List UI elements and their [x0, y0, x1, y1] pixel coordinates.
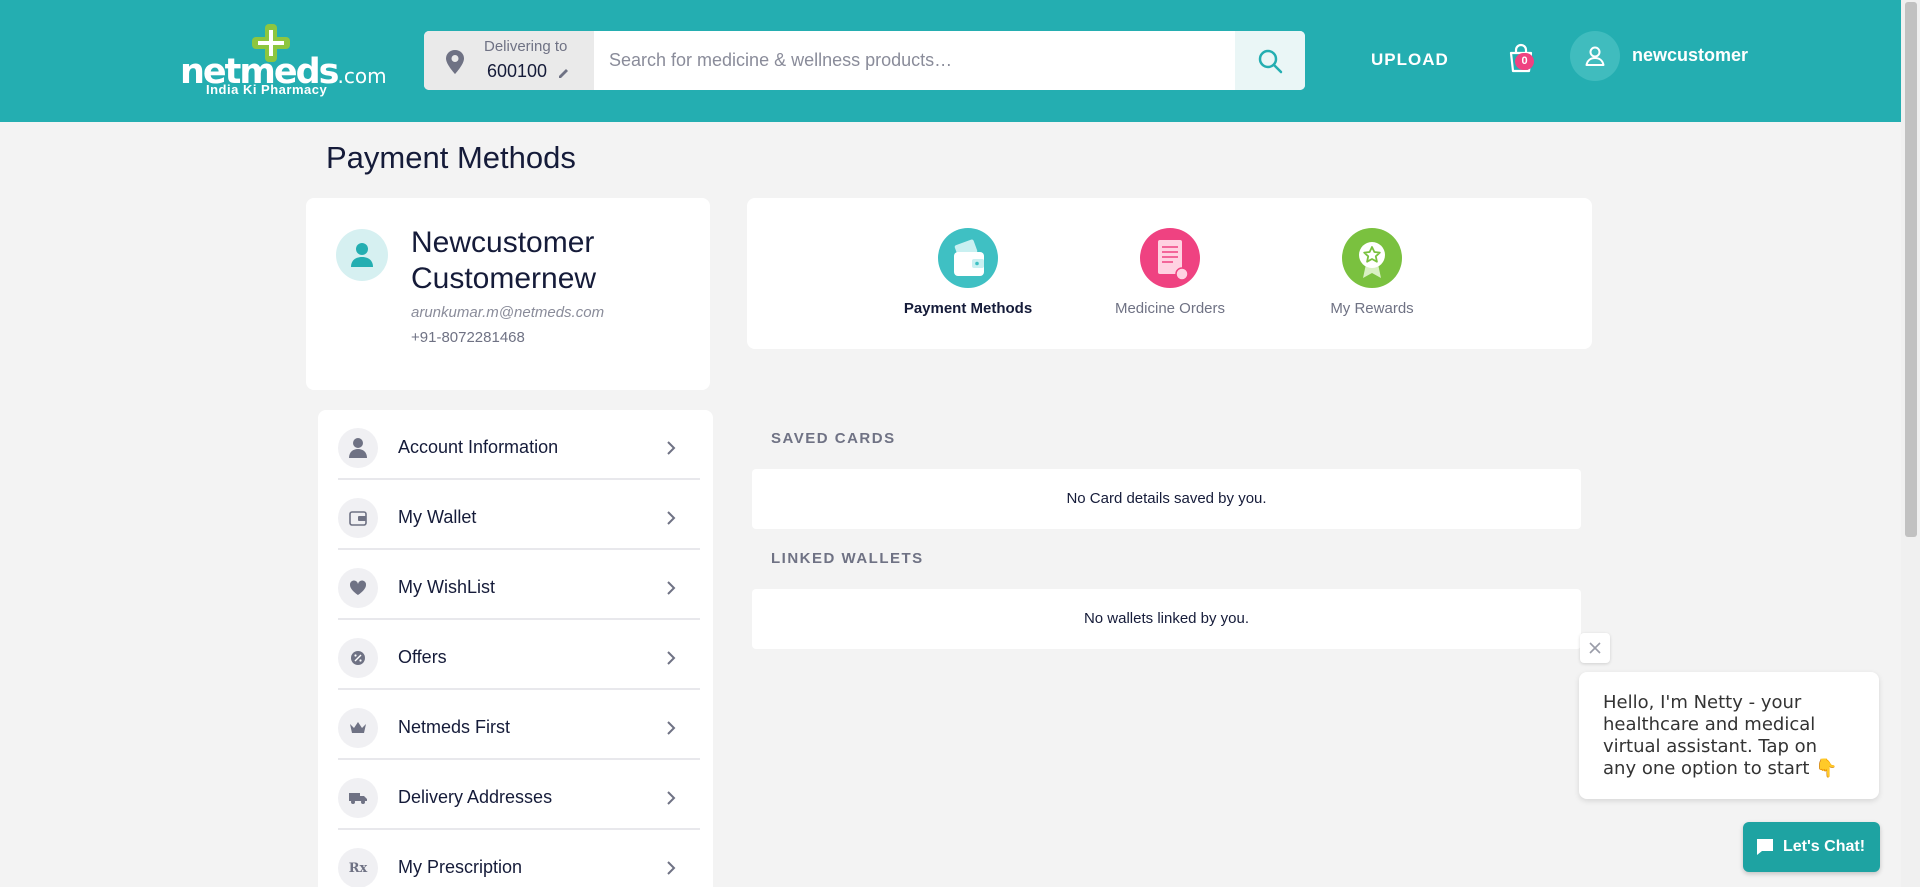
page-title: Payment Methods [326, 140, 576, 175]
crown-icon [338, 708, 378, 748]
menu-item-my-wallet[interactable]: My Wallet [338, 480, 700, 550]
quick-link-label: Payment Methods [903, 300, 1033, 317]
person-icon [351, 243, 373, 267]
profile-email: arunkumar.m@netmeds.com [411, 304, 605, 321]
delivery-location[interactable]: Delivering to 600100 [424, 31, 594, 90]
location-pin-icon [446, 50, 464, 74]
scrollbar-thumb[interactable] [1905, 2, 1917, 537]
delivering-label: Delivering to [484, 38, 568, 55]
chevron-right-icon [667, 721, 676, 735]
wallet-icon [938, 228, 998, 288]
username-link[interactable]: newcustomer [1632, 45, 1748, 66]
chevron-right-icon [667, 581, 676, 595]
heart-icon [338, 568, 378, 608]
close-icon [1589, 642, 1601, 654]
upload-button[interactable]: UPLOAD [1371, 50, 1449, 70]
rx-icon: Rx [338, 848, 378, 887]
offer-percent-icon [338, 638, 378, 678]
quick-links-card: Payment Methods Medicine Orders My Rewar… [747, 198, 1592, 349]
profile-name: Newcustomer Customernew [411, 226, 597, 295]
chevron-right-icon [667, 511, 676, 525]
linked-wallets-heading: LINKED WALLETS [771, 550, 924, 567]
menu-item-my-wishlist[interactable]: My WishList [338, 550, 700, 620]
menu-item-my-prescription[interactable]: Rx My Prescription [338, 830, 700, 887]
search-bar: Delivering to 600100 [424, 31, 1305, 90]
cart-count-badge: 0 [1515, 53, 1534, 70]
wallet-icon [338, 498, 378, 538]
chat-bubble-icon [1757, 839, 1773, 855]
edit-pencil-icon[interactable] [557, 66, 571, 80]
lets-chat-button[interactable]: Let's Chat! [1743, 822, 1880, 872]
chevron-right-icon [667, 861, 676, 875]
chat-greeting-bubble: Hello, I'm Netty - your healthcare and m… [1579, 672, 1879, 799]
menu-item-label: My WishList [398, 577, 496, 597]
menu-item-label: My Wallet [398, 507, 477, 527]
quick-link-label: Medicine Orders [1114, 300, 1226, 317]
top-header: netmeds.com India Ki Pharmacy Delivering… [0, 0, 1901, 122]
menu-item-netmeds-first[interactable]: Netmeds First [338, 690, 700, 760]
profile-phone: +91-8072281468 [411, 329, 525, 346]
menu-item-label: Delivery Addresses [398, 787, 553, 807]
search-button[interactable] [1235, 31, 1305, 90]
search-input[interactable] [594, 31, 1234, 90]
quick-link-label: My Rewards [1330, 300, 1414, 317]
profile-card: Newcustomer Customernew arunkumar.m@netm… [306, 198, 710, 390]
user-icon [1585, 46, 1605, 66]
person-icon [338, 428, 378, 468]
delivery-pincode: 600100 [487, 61, 548, 81]
quick-link-my-rewards[interactable]: My Rewards [1292, 228, 1452, 317]
logo-tagline: India Ki Pharmacy [206, 82, 328, 97]
account-menu: Account Information My Wallet My WishLis… [318, 410, 713, 887]
menu-item-label: Account Information [398, 437, 559, 457]
saved-cards-heading: SAVED CARDS [771, 430, 896, 447]
saved-cards-empty-state: No Card details saved by you. [752, 469, 1581, 529]
chevron-right-icon [667, 441, 676, 455]
lets-chat-label: Let's Chat! [1783, 838, 1866, 855]
menu-item-delivery-addresses[interactable]: Delivery Addresses [338, 760, 700, 830]
user-avatar[interactable] [1570, 31, 1620, 81]
menu-item-offers[interactable]: Offers [338, 620, 700, 690]
chat-close-button[interactable] [1580, 633, 1610, 663]
menu-item-label: Netmeds First [398, 717, 511, 737]
truck-icon [338, 778, 378, 818]
linked-wallets-empty-state: No wallets linked by you. [752, 589, 1581, 649]
quick-link-payment-methods[interactable]: Payment Methods [888, 228, 1048, 317]
quick-link-medicine-orders[interactable]: Medicine Orders [1090, 228, 1250, 317]
menu-item-label: Offers [398, 647, 447, 667]
chevron-right-icon [667, 791, 676, 805]
menu-item-account-information[interactable]: Account Information [338, 410, 700, 480]
search-icon [1258, 49, 1283, 73]
receipt-icon [1140, 228, 1200, 288]
profile-avatar [336, 229, 388, 281]
netmeds-logo[interactable]: netmeds.com India Ki Pharmacy [180, 24, 387, 98]
rewards-star-icon [1342, 228, 1402, 288]
menu-item-label: My Prescription [398, 857, 523, 877]
chevron-right-icon [667, 651, 676, 665]
page-scrollbar[interactable] [1901, 0, 1920, 887]
